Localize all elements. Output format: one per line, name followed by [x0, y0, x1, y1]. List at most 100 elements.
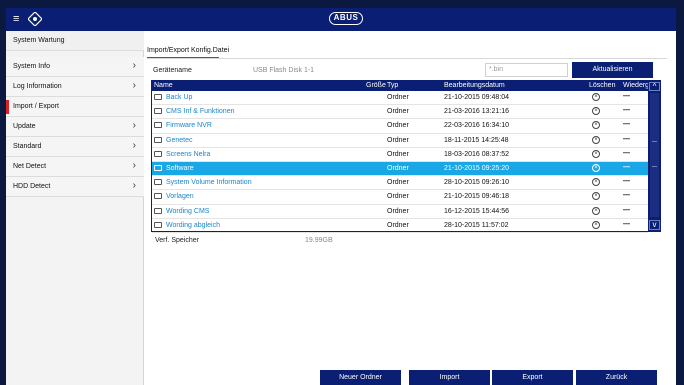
row-name[interactable]: Firmware NVR: [166, 122, 212, 129]
delete-icon[interactable]: ×: [592, 206, 600, 215]
table-row[interactable]: Back Up Ordner 21-10-2015 09:48:04 × —: [152, 91, 648, 106]
replay-icon[interactable]: —: [623, 93, 630, 100]
delete-icon[interactable]: ×: [592, 220, 600, 229]
table-row[interactable]: Firmware NVR Ordner 22-03-2016 16:34:10 × —: [152, 119, 648, 134]
row-type: Ordner: [387, 221, 409, 229]
table-row[interactable]: System Volume Information Ordner 28-10-201…: [152, 176, 648, 191]
delete-icon[interactable]: ×: [592, 149, 600, 158]
delete-icon[interactable]: ×: [592, 192, 600, 201]
replay-icon[interactable]: —: [623, 178, 630, 185]
refresh-button[interactable]: Aktualisieren: [572, 62, 653, 78]
replay-icon[interactable]: —: [623, 221, 630, 228]
sidebar-item-standard[interactable]: Standard ›: [6, 137, 144, 157]
scroll-down-icon[interactable]: v: [649, 220, 660, 230]
column-header-delete[interactable]: Löschen: [589, 82, 615, 89]
sidebar-item-update[interactable]: Update ›: [6, 117, 144, 137]
delete-icon[interactable]: ×: [592, 178, 600, 187]
row-type: Ordner: [387, 94, 409, 101]
export-button[interactable]: Export: [492, 370, 573, 385]
table-row[interactable]: Screens Nelra Ordner 18-03-2016 08:37:52 × —: [152, 148, 648, 162]
row-name[interactable]: Back Up: [166, 94, 192, 101]
device-name-value[interactable]: USB Flash Disk 1-1: [253, 67, 314, 74]
chevron-right-icon: ›: [132, 60, 136, 71]
sidebar-item-label: Update: [13, 123, 36, 130]
table-scrollbar[interactable]: ^ v: [648, 81, 661, 231]
delete-icon[interactable]: ×: [592, 107, 600, 116]
delete-icon[interactable]: ×: [592, 93, 600, 101]
sidebar-item-hdd-detect[interactable]: HDD Detect ›: [6, 177, 144, 197]
row-name[interactable]: Wording abgleich: [166, 222, 220, 229]
delete-icon[interactable]: ×: [592, 164, 600, 172]
back-button[interactable]: Zurück: [576, 370, 657, 385]
sidebar-item-system-info[interactable]: System Info ›: [6, 57, 144, 77]
import-button[interactable]: Import: [409, 370, 490, 385]
scroll-up-icon[interactable]: ^: [649, 82, 660, 91]
column-header-replay[interactable]: Wiederg: [623, 82, 649, 89]
window-frame-top: [0, 0, 684, 8]
row-date: 16-12-2015 15:44:56: [444, 207, 509, 215]
delete-icon[interactable]: ×: [592, 121, 600, 130]
title-divider: [147, 58, 667, 59]
table-row[interactable]: Vorlagen Ordner 21-10-2015 09:46:18 × —: [152, 190, 648, 205]
top-bar: ≡ ABUS: [6, 8, 676, 31]
file-extension-field[interactable]: *.bin: [485, 63, 568, 77]
folder-icon: [154, 179, 162, 186]
delete-icon[interactable]: ×: [592, 135, 600, 144]
row-date: 28-10-2015 11:57:02: [444, 221, 509, 229]
sidebar-item-label: Net Detect: [13, 163, 47, 170]
folder-icon: [154, 150, 162, 157]
sidebar-item-import-export[interactable]: Import / Export: [6, 97, 144, 117]
row-type: Ordner: [387, 193, 409, 201]
row-name[interactable]: Wording CMS: [166, 208, 209, 215]
chevron-right-icon: ›: [132, 140, 136, 151]
sidebar-item-net-detect[interactable]: Net Detect ›: [6, 157, 144, 177]
sidebar-item-label: Log Information: [13, 83, 62, 90]
page-title: Import/Export Konfig.Datei: [147, 47, 230, 54]
sidebar-item-label: HDD Detect: [13, 183, 51, 190]
row-date: 21-03-2016 13:21:16: [444, 108, 509, 116]
replay-icon[interactable]: —: [623, 107, 630, 114]
home-icon[interactable]: [27, 11, 43, 27]
replay-icon[interactable]: —: [623, 207, 630, 214]
table-row[interactable]: CMS Inf & Funktionen Ordner 21-03-2016 13:…: [152, 105, 648, 120]
column-header-type[interactable]: Typ: [387, 82, 398, 89]
column-header-date[interactable]: Bearbeitungsdatum: [444, 82, 505, 89]
row-name[interactable]: Vorlagen: [166, 193, 194, 200]
new-folder-button[interactable]: Neuer Ordner: [320, 370, 401, 385]
replay-icon[interactable]: —: [623, 136, 630, 143]
replay-icon[interactable]: —: [623, 150, 630, 157]
row-name[interactable]: CMS Inf & Funktionen: [166, 108, 234, 115]
row-type: Ordner: [387, 108, 409, 116]
row-date: 18-11-2015 14:25:48: [444, 136, 509, 144]
table-row[interactable]: Wording CMS Ordner 16-12-2015 15:44:56 × —: [152, 205, 648, 219]
scroll-thumb[interactable]: [650, 93, 659, 217]
column-header-name[interactable]: Name: [154, 82, 173, 89]
row-name[interactable]: Software: [166, 165, 194, 172]
folder-icon: [154, 94, 162, 100]
row-type: Ordner: [387, 136, 409, 144]
row-name[interactable]: Genetec: [166, 137, 192, 144]
row-date: 28-10-2015 09:26:10: [444, 179, 509, 187]
row-type: Ordner: [387, 150, 409, 158]
row-name[interactable]: System Volume Information: [166, 179, 252, 186]
replay-icon[interactable]: —: [623, 121, 630, 128]
row-date: 18-03-2016 08:37:52: [444, 150, 509, 158]
row-date: 22-03-2016 16:34:10: [444, 122, 509, 130]
replay-icon[interactable]: —: [623, 164, 630, 171]
row-name[interactable]: Screens Nelra: [166, 151, 210, 158]
table-row[interactable]: Software Ordner 21-10-2015 09:25:20 × —: [152, 162, 648, 177]
folder-icon: [154, 108, 162, 115]
column-header-size[interactable]: Größe: [366, 82, 386, 89]
sidebar-item-log-information[interactable]: Log Information ›: [6, 77, 144, 97]
chevron-right-icon: ›: [132, 120, 136, 131]
scroll-tick: [652, 166, 657, 167]
table-row[interactable]: Wording abgleich Ordner 28-10-2015 11:57:0…: [152, 219, 648, 233]
replay-icon[interactable]: —: [623, 192, 630, 199]
abus-logo: ABUS: [329, 12, 363, 25]
sidebar-item-label: Standard: [13, 143, 42, 150]
menu-icon[interactable]: ≡: [13, 13, 23, 25]
row-type: Ordner: [387, 165, 409, 172]
free-space-value: 19.99GB: [305, 237, 333, 244]
table-row[interactable]: Genetec Ordner 18-11-2015 14:25:48 × —: [152, 134, 648, 148]
folder-icon: [154, 193, 162, 200]
